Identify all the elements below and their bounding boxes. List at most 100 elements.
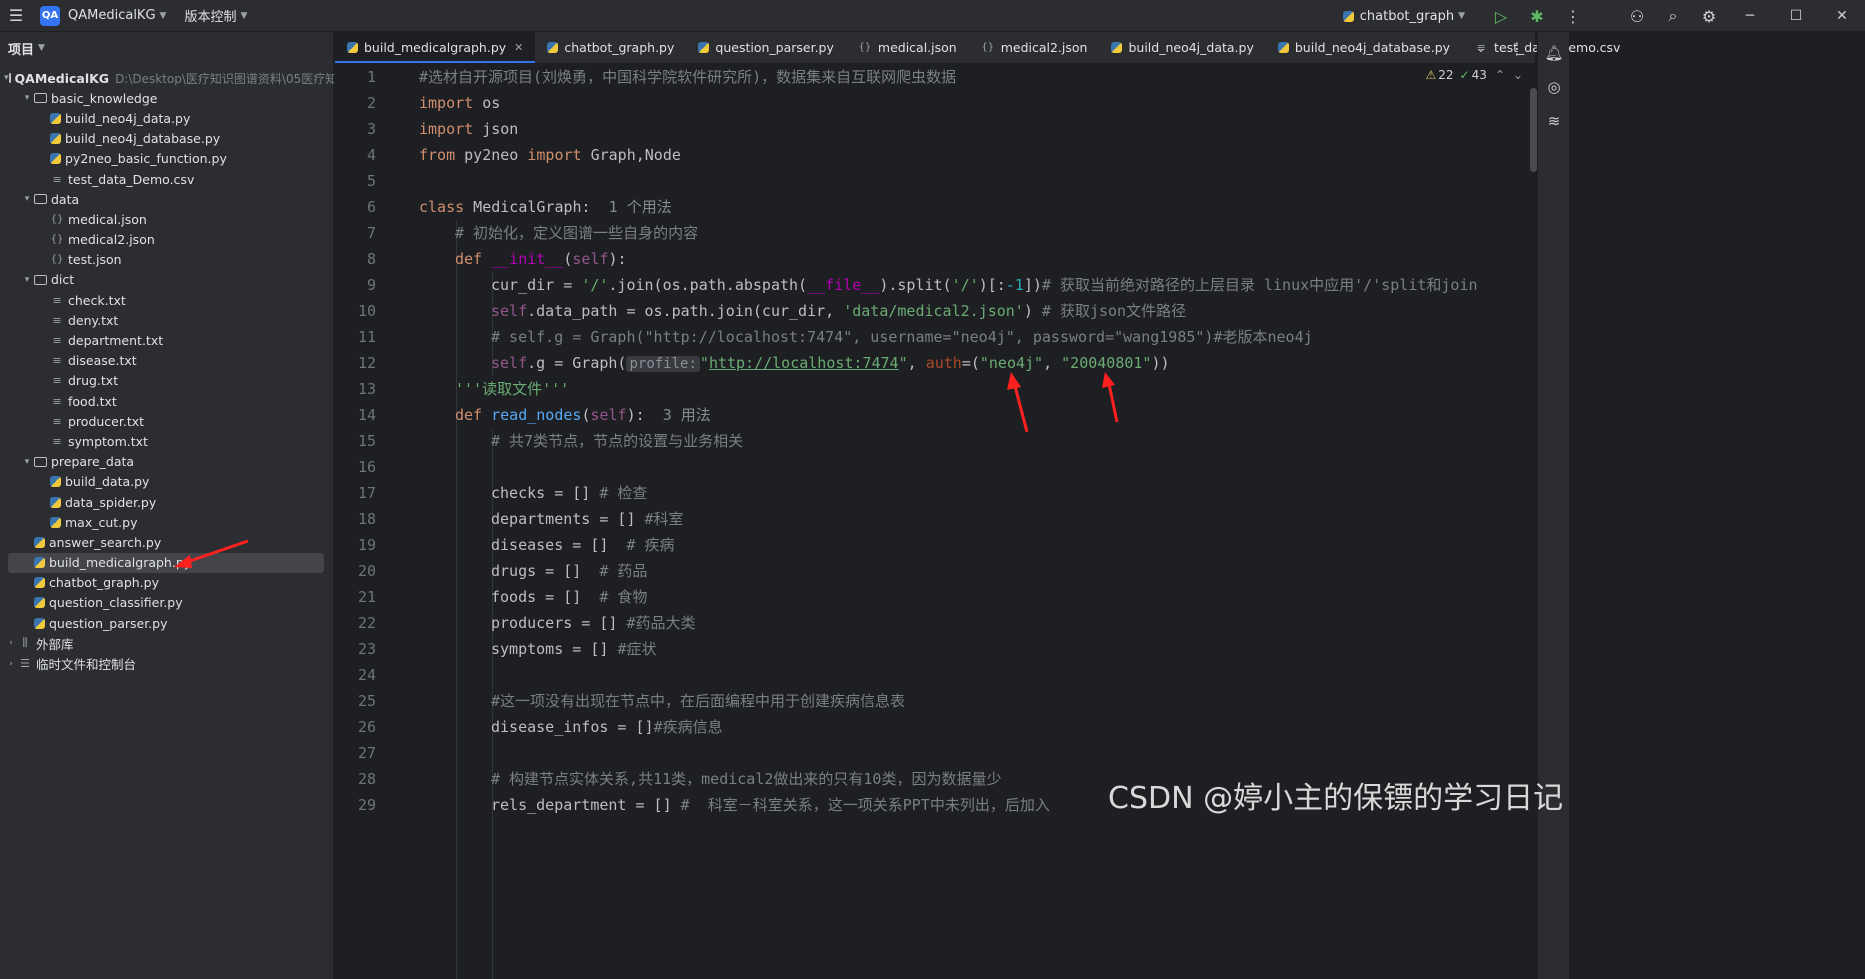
tree-item[interactable]: ▾ prepare_data	[0, 452, 334, 472]
expand-arrow-icon[interactable]: ▾	[20, 194, 34, 204]
tree-item[interactable]: › ☰ 临时文件和控制台	[0, 653, 334, 673]
collapse-arrow-icon[interactable]: ›	[4, 638, 18, 648]
tree-item[interactable]: ≡ check.txt	[0, 290, 334, 310]
tree-item[interactable]: py2neo_basic_function.py	[0, 149, 334, 169]
localhost-link[interactable]: http://localhost:7474	[709, 354, 899, 372]
tree-item[interactable]: build_medicalgraph.py	[8, 552, 324, 573]
code-line-20: drugs = [] # 药品	[491, 562, 648, 580]
tab-build_medicalgraph-py[interactable]: build_medicalgraph.py ✕	[335, 31, 536, 63]
tree-item-label: test_data_Demo.csv	[68, 171, 195, 187]
line-number: 4	[366, 146, 376, 164]
project-badge[interactable]: QA	[40, 5, 60, 26]
tree-item[interactable]: {} medical2.json	[0, 230, 334, 250]
notifications-bell-icon[interactable]: 🔔︎	[1538, 36, 1570, 70]
close-tab-icon[interactable]: ✕	[514, 41, 523, 54]
inspection-widget[interactable]: ⚠ 22 ✓ 43 ⌃ ⌄	[1425, 68, 1523, 82]
search-icon[interactable]: ⌕	[1655, 0, 1691, 32]
tree-item[interactable]: answer_search.py	[0, 532, 334, 552]
tree-item[interactable]: chatbot_graph.py	[0, 573, 334, 593]
next-highlight-icon[interactable]: ⌄	[1513, 68, 1523, 82]
tree-item[interactable]: build_neo4j_database.py	[0, 129, 334, 149]
tree-item[interactable]: ▾ data	[0, 189, 334, 209]
project-panel-header[interactable]: 项目 ▼	[0, 32, 333, 64]
tree-root[interactable]: ▾ QAMedicalKG D:\Desktop\医疗知识图谱资料\05医疗知识…	[0, 68, 334, 88]
ai-assistant-icon[interactable]: ◎	[1538, 70, 1570, 104]
tree-item-label: department.txt	[68, 333, 164, 349]
prev-highlight-icon[interactable]: ⌃	[1495, 68, 1505, 82]
usage-hint[interactable]: 3 用法	[645, 406, 711, 424]
tree-item-label: build_neo4j_data.py	[65, 110, 191, 126]
tree-item[interactable]: max_cut.py	[0, 512, 334, 532]
line-number: 18	[357, 510, 376, 528]
chevron-down-icon: ▼	[240, 10, 248, 21]
tree-item[interactable]: ≡ disease.txt	[0, 351, 334, 371]
debug-icon[interactable]: ✱	[1519, 0, 1555, 32]
json-file-icon: {}	[50, 254, 64, 266]
tab-question_parser-py[interactable]: question_parser.py	[686, 31, 846, 63]
tree-item[interactable]: › ⫼ 外部库	[0, 633, 334, 653]
tree-item[interactable]: ▾ basic_knowledge	[0, 88, 334, 108]
main-menu-icon[interactable]: ☰	[0, 0, 32, 32]
code-editor[interactable]: 1 2 3 4 5 6 7 8 9 10 11 12 13 14 15 16 17 18 19 20 21 22 23 24 2…	[335, 64, 1535, 979]
tree-item[interactable]: {} test.json	[0, 250, 334, 270]
tree-item[interactable]: data_spider.py	[0, 492, 334, 512]
tree-item[interactable]: ▾ dict	[0, 270, 334, 290]
tree-item[interactable]: ≡ drug.txt	[0, 371, 334, 391]
tree-item[interactable]: ≡ test_data_Demo.csv	[0, 169, 334, 189]
run-config-selector[interactable]: chatbot_graph ▼	[1342, 9, 1465, 24]
line-number: 1	[366, 68, 376, 86]
expand-arrow-icon[interactable]: ▾	[20, 457, 34, 467]
expand-arrow-icon[interactable]: ▾	[20, 93, 34, 103]
tab-build_neo4j_database-py[interactable]: build_neo4j_database.py	[1266, 31, 1462, 63]
tree-item[interactable]: ≡ food.txt	[0, 391, 334, 411]
tree-item[interactable]: ≡ department.txt	[0, 330, 334, 350]
tree-item[interactable]: question_parser.py	[0, 613, 334, 633]
folder-icon	[34, 194, 47, 205]
code-line-14: def read_nodes(self): 3 用法	[455, 406, 711, 424]
warning-icon: ⚠	[1425, 68, 1437, 82]
settings-gear-icon[interactable]: ⚙	[1691, 0, 1727, 32]
tab-more-icon[interactable]: ⋮	[1499, 32, 1535, 64]
minimize-button[interactable]: ─	[1727, 0, 1773, 32]
tree-item-label: test.json	[68, 252, 122, 268]
tree-item[interactable]: ≡ producer.txt	[0, 411, 334, 431]
line-number: 24	[357, 666, 376, 684]
python-file-icon	[34, 617, 45, 629]
tree-item-label: disease.txt	[68, 353, 137, 369]
maximize-button[interactable]: ☐	[1773, 0, 1819, 32]
line-number: 9	[366, 276, 376, 294]
tab-medical2-json[interactable]: {} medical2.json	[969, 31, 1100, 63]
line-number: 19	[357, 536, 376, 554]
tab-medical-json[interactable]: {} medical.json	[846, 31, 969, 63]
tab-chatbot_graph-py[interactable]: chatbot_graph.py	[535, 31, 686, 63]
tree-item-label: medical.json	[68, 211, 147, 227]
vcs-menu[interactable]: 版本控制 ▼	[184, 6, 247, 25]
editor-scrollbar[interactable]	[1530, 88, 1537, 172]
tab-label: medical2.json	[1000, 39, 1088, 55]
add-user-icon[interactable]: ⚇	[1619, 0, 1655, 32]
database-icon[interactable]: ≋	[1538, 104, 1570, 138]
json-file-icon: {}	[981, 41, 995, 53]
tree-item[interactable]: question_classifier.py	[0, 593, 334, 613]
tree-item[interactable]: {} medical.json	[0, 209, 334, 229]
tree-item[interactable]: build_data.py	[0, 472, 334, 492]
project-switcher[interactable]: QAMedicalKG ▼	[68, 8, 166, 23]
tree-item[interactable]: ≡ symptom.txt	[0, 431, 334, 451]
line-number: 7	[366, 224, 376, 242]
tab-build_neo4j_data-py[interactable]: build_neo4j_data.py	[1099, 31, 1265, 63]
expand-arrow-icon[interactable]: ▾	[20, 275, 34, 285]
close-window-button[interactable]: ✕	[1819, 0, 1865, 32]
csdn-watermark: CSDN @婷小主的保镖的学习日记	[1108, 781, 1564, 816]
tree-item[interactable]: ≡ deny.txt	[0, 310, 334, 330]
collapse-arrow-icon[interactable]: ›	[4, 659, 18, 669]
tree-item-label: max_cut.py	[65, 514, 138, 530]
line-number: 20	[357, 562, 376, 580]
tree-item-label: producer.txt	[68, 413, 145, 429]
code-line-26: disease_infos = []#疾病信息	[491, 718, 723, 736]
tree-item-label: build_neo4j_database.py	[65, 131, 221, 147]
run-icon[interactable]: ▷	[1483, 0, 1519, 32]
more-icon[interactable]: ⋮	[1555, 0, 1591, 32]
usage-hint[interactable]: 1 个用法	[591, 198, 672, 216]
tab-list-chevron-icon[interactable]: ⌄	[1463, 32, 1499, 64]
tree-item[interactable]: build_neo4j_data.py	[0, 108, 334, 128]
